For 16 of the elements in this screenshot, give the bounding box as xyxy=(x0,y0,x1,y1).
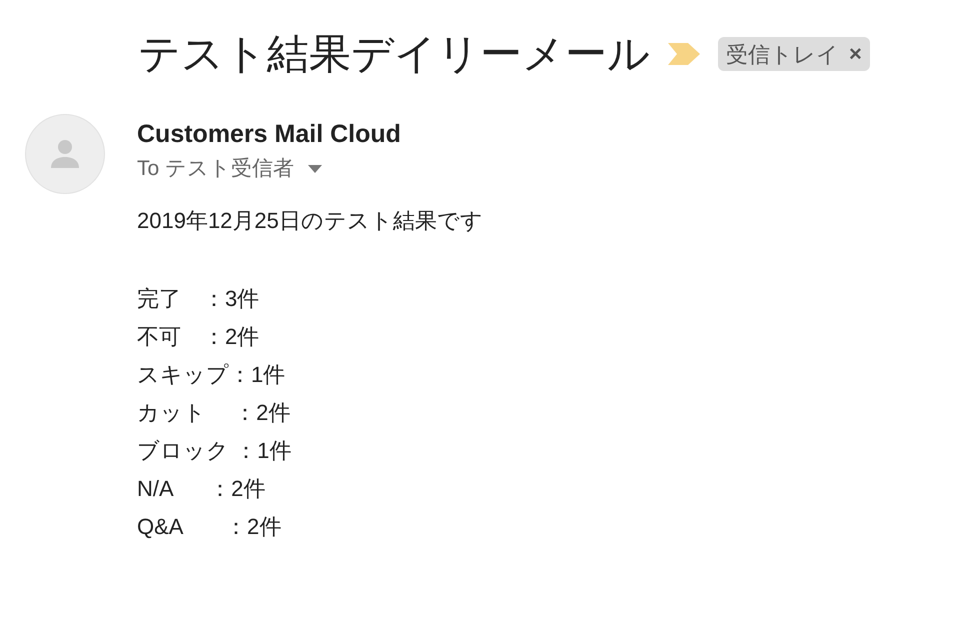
body-intro: 2019年12月25日のテスト結果です xyxy=(137,207,483,235)
person-icon xyxy=(49,138,81,170)
dropdown-caret-icon[interactable] xyxy=(308,165,322,173)
body-line: スキップ：1件 xyxy=(137,361,286,389)
body-line: 完了 ：3件 xyxy=(137,285,260,313)
body-line: Q&A ：2件 xyxy=(137,513,282,541)
email-subject: テスト結果デイリーメール xyxy=(138,29,650,79)
importance-marker-icon[interactable] xyxy=(668,43,700,65)
body-line: 不可 ：2件 xyxy=(137,323,260,351)
label-text: 受信トレイ xyxy=(726,40,839,68)
body-line: ブロック ：1件 xyxy=(137,437,292,465)
body-line: N/A ：2件 xyxy=(137,475,266,503)
remove-label-button[interactable]: × xyxy=(849,43,862,65)
recipient-text: To テスト受信者 xyxy=(137,156,294,182)
body-line: カット ：2件 xyxy=(137,399,292,427)
sender-name: Customers Mail Cloud xyxy=(137,119,402,150)
